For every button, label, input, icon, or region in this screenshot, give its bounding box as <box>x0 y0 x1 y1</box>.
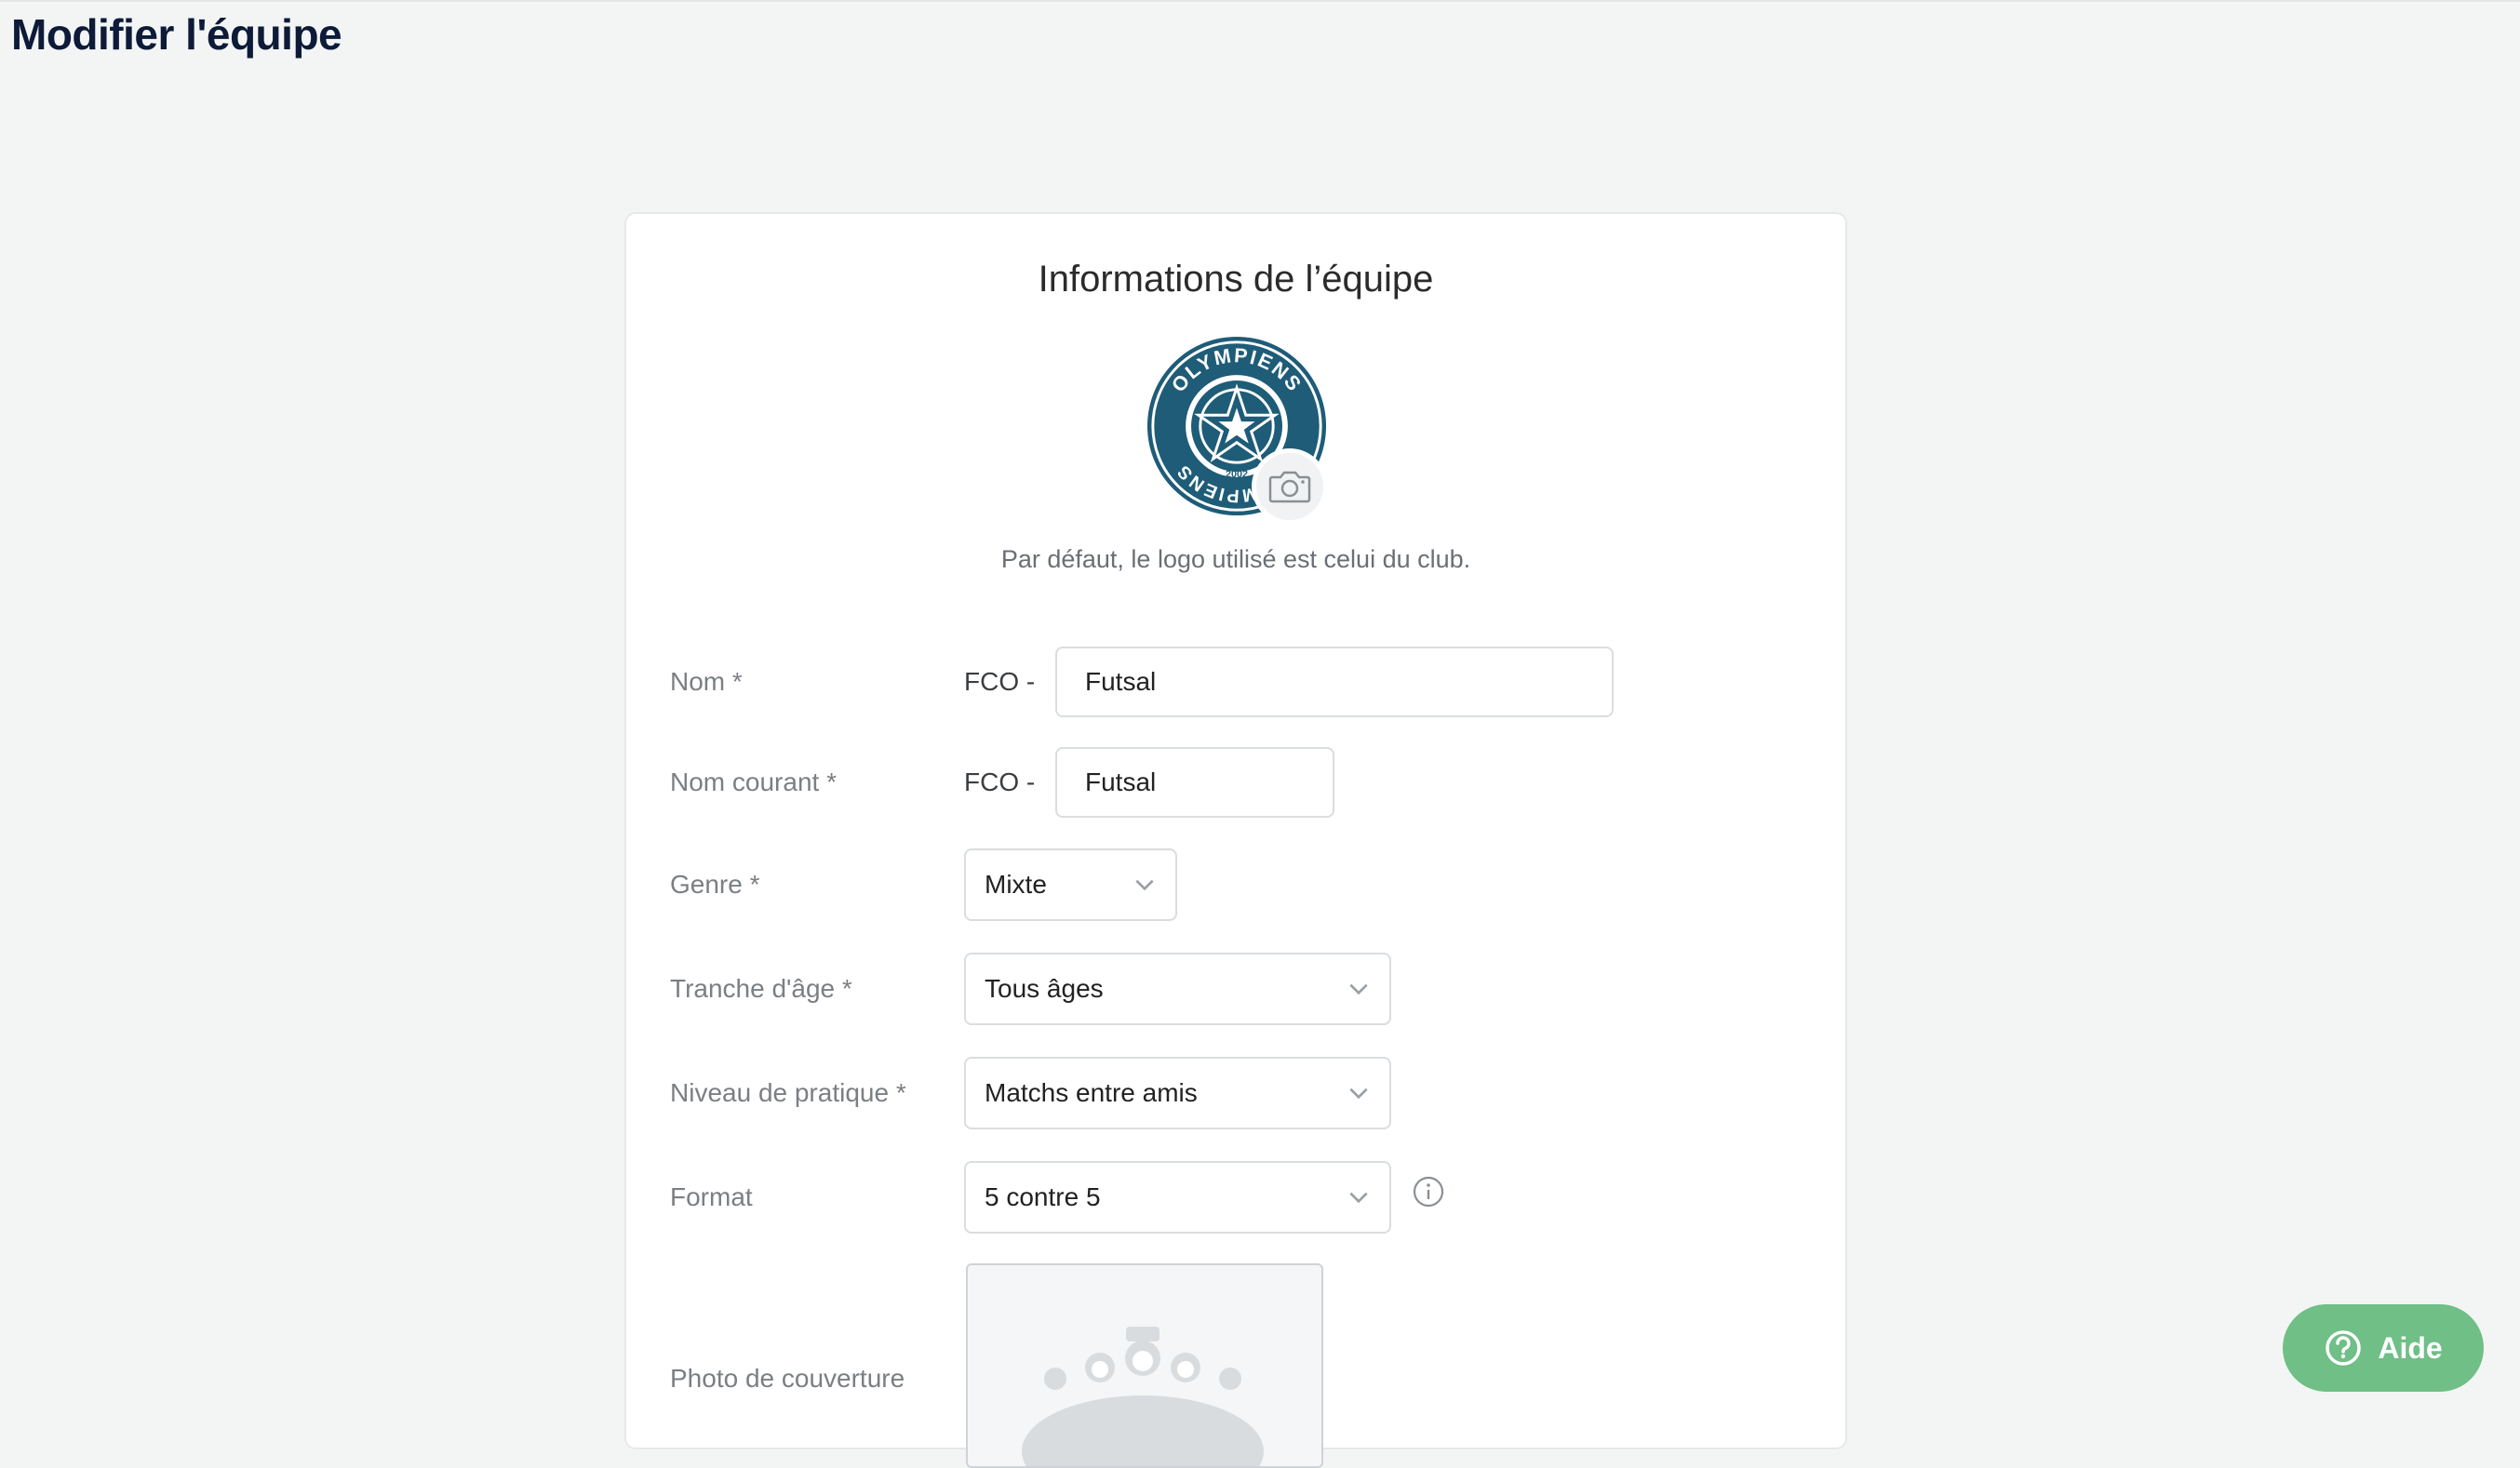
format-label: Format <box>670 1182 753 1211</box>
short-name-label: Nom courant * <box>670 767 837 796</box>
gender-select[interactable]: Mixte <box>964 848 1177 921</box>
cover-photo-label: Photo de couverture <box>670 1364 905 1393</box>
camera-icon <box>1268 471 1311 503</box>
chevron-down-icon <box>1349 983 1368 995</box>
page-title: Modifier l'équipe <box>11 10 342 59</box>
svg-text:2002: 2002 <box>1226 469 1248 480</box>
short-name-input[interactable] <box>1055 747 1334 818</box>
info-icon[interactable] <box>1412 1175 1445 1208</box>
top-divider <box>0 0 2520 2</box>
cover-photo-upload[interactable] <box>966 1263 1323 1468</box>
chevron-down-icon <box>1349 1088 1368 1100</box>
chevron-down-icon <box>1349 1192 1368 1204</box>
short-name-prefix: FCO - <box>964 767 1036 796</box>
level-value: Matchs entre amis <box>985 1078 1198 1107</box>
logo-hint: Par défaut, le logo utilisé est celui du… <box>1000 545 1471 573</box>
help-label: Aide <box>2378 1330 2443 1365</box>
age-range-value: Tous âges <box>985 974 1104 1003</box>
level-label: Niveau de pratique * <box>670 1078 906 1107</box>
gender-value: Mixte <box>985 870 1047 899</box>
change-logo-button[interactable] <box>1252 448 1328 525</box>
name-input[interactable] <box>1055 647 1614 717</box>
help-button[interactable]: Aide <box>2283 1304 2484 1392</box>
chevron-down-icon <box>1135 879 1154 891</box>
format-value: 5 contre 5 <box>985 1182 1101 1211</box>
format-select[interactable]: 5 contre 5 <box>964 1161 1391 1234</box>
question-circle-icon <box>2326 1330 2362 1366</box>
card-title: Informations de l’équipe <box>1038 259 1434 300</box>
age-range-label: Tranche d'âge * <box>670 974 852 1003</box>
level-select[interactable]: Matchs entre amis <box>964 1057 1391 1129</box>
name-label: Nom * <box>670 667 743 696</box>
gender-label: Genre * <box>670 870 760 899</box>
team-info-card: Informations de l’équipe OLYMPIENS OLYMP… <box>624 212 1847 1468</box>
name-prefix: FCO - <box>964 667 1036 696</box>
team-placeholder-icon <box>1022 1327 1264 1466</box>
age-range-select[interactable]: Tous âges <box>964 953 1391 1025</box>
